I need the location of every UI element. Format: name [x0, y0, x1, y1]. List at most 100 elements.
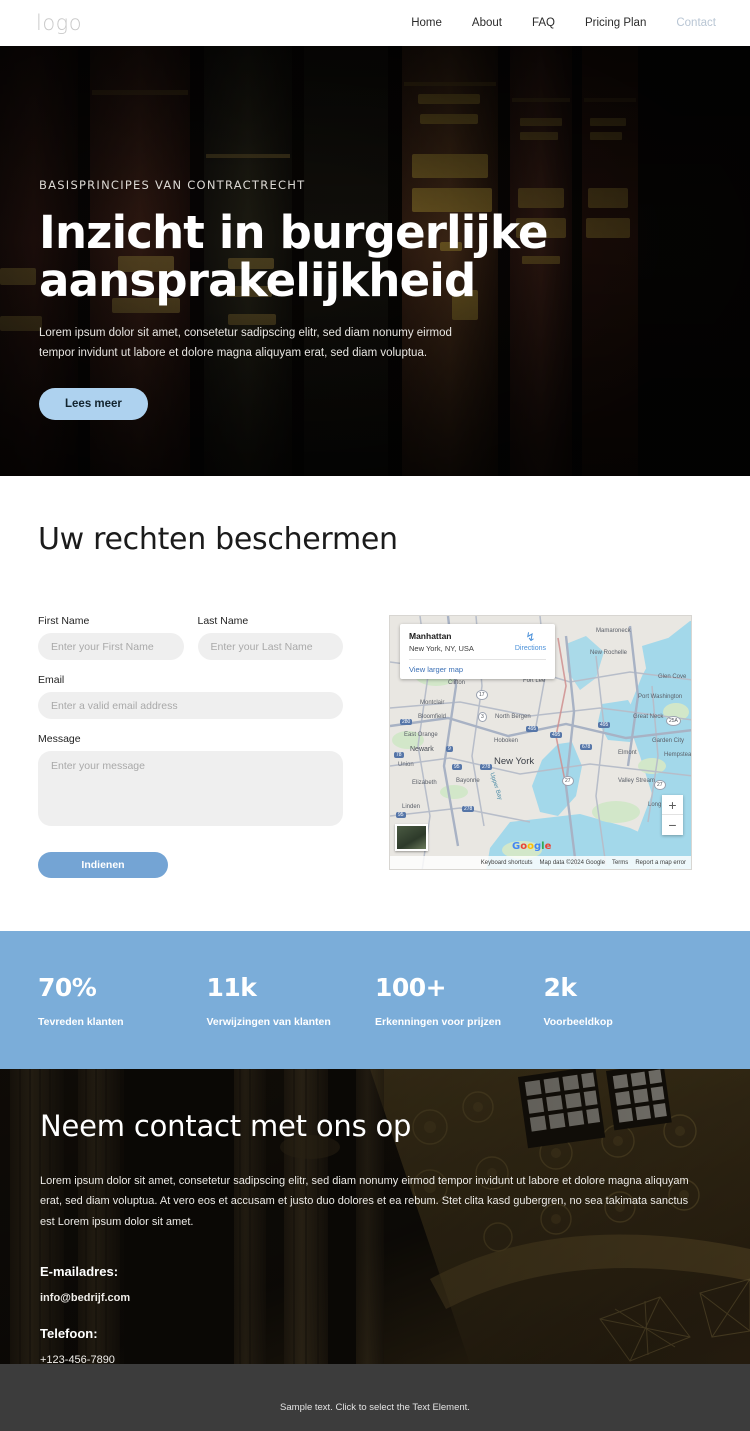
- form-and-map-wrapper: First Name Last Name Email Message: [0, 615, 750, 878]
- directions-label: Directions: [514, 645, 546, 652]
- map-label-elmont: Elmont: [618, 750, 637, 756]
- map-label-long: Long: [648, 802, 662, 808]
- map-label-valley-stream: Valley Stream: [618, 778, 655, 784]
- stat-value: 100+: [375, 972, 447, 1002]
- keyboard-shortcuts-link[interactable]: Keyboard shortcuts: [481, 860, 533, 866]
- map-attribution-bar: Keyboard shortcuts Map data ©2024 Google…: [390, 856, 691, 869]
- site-logo[interactable]: logo: [36, 11, 82, 35]
- stat-label: Verwijzingen van klanten: [206, 1015, 331, 1028]
- stat-item: 11k Verwijzingen van klanten: [207, 973, 376, 1028]
- site-header: logo Home About FAQ Pricing Plan Contact: [0, 0, 750, 46]
- email-input[interactable]: [38, 692, 343, 719]
- zoom-out-button[interactable]: −: [662, 815, 683, 835]
- first-name-input[interactable]: [38, 633, 184, 660]
- last-name-group: Last Name: [197, 615, 343, 660]
- directions-button[interactable]: ↯ Directions: [515, 631, 546, 652]
- contact-form-section: Uw rechten beschermen First Name Last Na…: [0, 476, 750, 931]
- map-label-elizabeth: Elizabeth: [412, 780, 437, 786]
- email-group: Email: [38, 674, 343, 719]
- map-shield-route25a: 25A: [666, 716, 681, 726]
- map-label-north-bergen: North Bergen: [495, 714, 531, 720]
- page-root: logo Home About FAQ Pricing Plan Contact: [0, 0, 750, 1431]
- map-label-new-rochelle: New Rochelle: [590, 650, 628, 656]
- map-data-text: Map data ©2024 Google: [539, 859, 605, 866]
- email-address[interactable]: info@bedrijf.com: [40, 1292, 710, 1304]
- last-name-input[interactable]: [197, 633, 343, 660]
- map-shield-i495b: 495: [526, 726, 539, 732]
- street-view-thumbnail[interactable]: [395, 824, 428, 851]
- stat-item: 70% Tevreden klanten: [38, 973, 207, 1028]
- nav-item-home[interactable]: Home: [411, 17, 442, 29]
- map-shield-route3: 3: [478, 712, 487, 722]
- footer-text[interactable]: Sample text. Click to select the Text El…: [280, 1402, 470, 1413]
- map-shield-route27b: 27: [654, 780, 666, 790]
- email-label: Email: [38, 674, 65, 686]
- map-shield-i78: 78: [394, 752, 404, 758]
- map-label-montclair: Montclair: [420, 700, 445, 706]
- message-label: Message: [38, 733, 81, 745]
- view-larger-map-link[interactable]: View larger map: [409, 659, 546, 674]
- map-shield-us9: 9: [446, 746, 453, 752]
- nav-item-contact[interactable]: Contact: [676, 17, 716, 29]
- map-label-hempstead: Hempstead: [664, 752, 692, 758]
- contact-content: Neem contact met ons op Lorem ipsum dolo…: [40, 1109, 710, 1364]
- nav-item-about[interactable]: About: [472, 17, 502, 29]
- map-label-east-orange: East Orange: [404, 732, 438, 738]
- last-name-label: Last Name: [197, 615, 249, 627]
- stat-item: 2k Voorbeeldkop: [544, 973, 713, 1028]
- email-heading: E-mailadres:: [40, 1264, 119, 1280]
- phone-number[interactable]: +123-456-7890: [40, 1354, 710, 1364]
- zoom-in-button[interactable]: +: [662, 795, 683, 815]
- read-more-button[interactable]: Lees meer: [39, 387, 148, 420]
- section-title: Uw rechten beschermen: [38, 522, 398, 557]
- hero-section: BASISPRINCIPES VAN CONTRACTRECHT Inzicht…: [0, 46, 750, 476]
- map-shield-i278: 278: [462, 806, 475, 812]
- contact-paragraph: Lorem ipsum dolor sit amet, consetetur s…: [40, 1175, 689, 1228]
- report-map-error-link[interactable]: Report a map error: [635, 860, 686, 866]
- map-shield-i495: 495: [550, 732, 563, 738]
- contact-section: Neem contact met ons op Lorem ipsum dolo…: [0, 1069, 750, 1364]
- map-zoom-controls[interactable]: + −: [662, 795, 683, 835]
- contact-title: Neem contact met ons op: [40, 1109, 412, 1143]
- map-label-hoboken: Hoboken: [494, 738, 519, 744]
- map-shield-route17: 17: [476, 690, 488, 700]
- map-shield-route27: 27: [562, 776, 574, 786]
- map-label-great-neck: Great Neck: [633, 714, 664, 720]
- name-fields-row: First Name Last Name: [38, 615, 343, 674]
- map-label-clifton: Clifton: [448, 680, 466, 686]
- stat-label: Erkenningen voor prijzen: [375, 1015, 502, 1028]
- stats-band: 70% Tevreden klanten 11k Verwijzingen va…: [0, 931, 750, 1069]
- message-group: Message: [38, 733, 343, 831]
- hero-title: Inzicht in burgerlijke aansprakelijkheid: [39, 206, 559, 308]
- hero-subtitle: Lorem ipsum dolor sit amet, consetetur s…: [39, 327, 452, 360]
- message-textarea[interactable]: [38, 751, 343, 826]
- stat-item: 100+ Erkenningen voor prijzen: [375, 973, 544, 1028]
- map-label-glen-cove: Glen Cove: [658, 674, 687, 680]
- map-shield-i95: 95: [452, 764, 462, 770]
- terms-link[interactable]: Terms: [612, 860, 628, 866]
- map-label-garden-city: Garden City: [652, 738, 685, 744]
- directions-icon: ↯: [525, 630, 536, 644]
- map-label-new-york: New York: [494, 756, 535, 767]
- nav-item-pricing-plan[interactable]: Pricing Plan: [585, 17, 646, 29]
- map-label-bayonne: Bayonne: [456, 778, 480, 784]
- map-label-union: Union: [398, 762, 414, 768]
- stat-value: 11k: [206, 972, 257, 1002]
- map-column: Mamaroneck New Rochelle Glen Cove Clifto…: [389, 615, 692, 878]
- hero-title-line-2: aansprakelijkheid: [39, 254, 476, 308]
- site-footer: Sample text. Click to select the Text El…: [0, 1364, 750, 1431]
- stat-label: Tevreden klanten: [38, 1015, 124, 1028]
- map-label-newark: Newark: [410, 746, 434, 753]
- map-shield-i280: 280: [400, 719, 413, 725]
- stat-value: 70%: [38, 972, 97, 1002]
- stat-value: 2k: [543, 972, 578, 1002]
- phone-heading: Telefoon:: [40, 1326, 98, 1342]
- hero-title-line-1: Inzicht in burgerlijke: [39, 206, 549, 259]
- map-shield-i95b: 95: [396, 812, 406, 818]
- map-info-card[interactable]: Manhattan New York, NY, USA ↯ Directions…: [400, 624, 555, 679]
- map-label-mamaroneck: Mamaroneck: [596, 628, 631, 634]
- google-map[interactable]: Mamaroneck New Rochelle Glen Cove Clifto…: [389, 615, 692, 870]
- nav-item-faq[interactable]: FAQ: [532, 17, 555, 29]
- map-shield-i678: 678: [580, 744, 593, 750]
- submit-button[interactable]: Indienen: [38, 852, 168, 878]
